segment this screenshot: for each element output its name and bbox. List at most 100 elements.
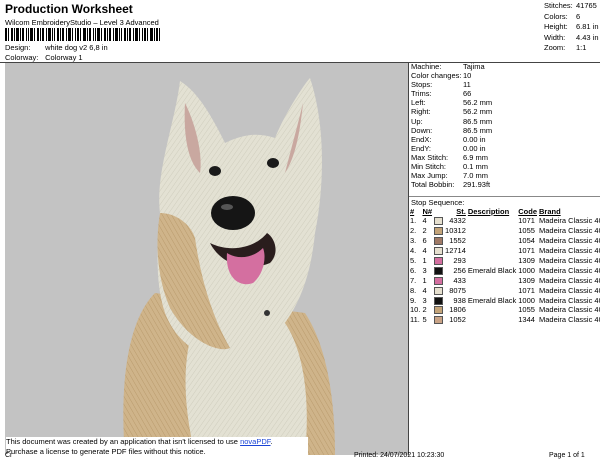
- needle-number: 3: [422, 265, 427, 275]
- thread-color-swatch: [434, 217, 444, 226]
- col-header: Code: [518, 207, 537, 216]
- design-row: Design: white dog v2 6,8 in: [5, 43, 108, 52]
- thread-color-swatch: [434, 316, 444, 325]
- stop-index: 3.: [410, 236, 417, 246]
- color-swatch: [434, 315, 445, 325]
- thread-color-swatch: [434, 266, 444, 275]
- table-row: 10. 2 1806 1055 Madeira Classic 40: [410, 305, 600, 315]
- info-row: Machine: Tajima: [411, 62, 485, 71]
- color-description: Emerald Black: [467, 295, 517, 305]
- col-header: St.: [456, 207, 466, 216]
- thread-code: 1055: [518, 226, 535, 236]
- thread-color-swatch: [434, 296, 444, 305]
- thread-color-swatch: [434, 257, 444, 266]
- stat-row: Colors: 6: [544, 11, 581, 21]
- page-number: Page 1 of 1: [549, 452, 585, 459]
- thread-code: 1309: [518, 256, 535, 265]
- info-row: Trims: 66: [411, 89, 472, 99]
- stop-index: 9.: [410, 295, 417, 305]
- page-title: Production Worksheet: [5, 2, 133, 16]
- table-row: 11. 5 1052 1344 Madeira Classic 40: [410, 315, 600, 325]
- info-row: EndX: 0.00 in: [411, 134, 486, 144]
- thread-color-swatch: [434, 237, 444, 246]
- color-swatch: [434, 305, 445, 315]
- stitch-count: 938: [453, 295, 466, 305]
- stitch-count: 1806: [449, 305, 466, 315]
- info-row: Up: 86.5 mm: [411, 116, 493, 126]
- info-row: Left: 56.2 mm: [411, 98, 493, 108]
- stitch-count: 433: [453, 275, 466, 285]
- thread-brand: Madeira Classic 40: [539, 285, 600, 295]
- needle-number: 4: [422, 246, 427, 256]
- stitch-count: 256: [453, 265, 466, 275]
- thread-color-swatch: [434, 276, 444, 285]
- stat-row: Width: 4.43 in: [544, 32, 599, 42]
- color-description: [468, 285, 518, 295]
- stat-row: Zoom: 1:1: [544, 43, 587, 53]
- table-row: 6. 3 256 Emerald Black 1000 Madeira Classic 4…: [410, 265, 600, 275]
- table-row: 8. 4 8075 1071 Madeira Classic 40: [410, 285, 600, 295]
- table-row: 5. 1 293 1309 Madeira Classic 40: [410, 256, 600, 266]
- color-description: [468, 275, 518, 285]
- color-swatch: [434, 226, 445, 236]
- thread-code: 1071: [518, 246, 535, 256]
- stitch-count: 12714: [445, 246, 466, 256]
- col-header: #: [410, 207, 415, 216]
- thread-color-swatch: [434, 286, 444, 295]
- info-row: Max Stitch: 6.9 mm: [411, 152, 489, 162]
- info-row: Right: 56.2 mm: [411, 107, 493, 117]
- stitch-count: 10312: [445, 226, 466, 236]
- stop-index: 5.: [410, 256, 417, 265]
- info-row: Down: 86.5 mm: [411, 125, 493, 135]
- table-row: 9. 3 938 Emerald Black 1000 Madeira Classic 4…: [410, 295, 600, 305]
- col-header: N#: [422, 207, 433, 216]
- stop-sequence-title: Stop Sequence:: [411, 198, 465, 207]
- thread-brand: Madeira Classic 40: [539, 265, 600, 275]
- needle-number: 1: [422, 275, 427, 285]
- thread-brand: Madeira Classic 40: [539, 216, 600, 226]
- novapdf-link[interactable]: novaPDF: [240, 437, 270, 446]
- thread-brand: Madeira Classic 40: [539, 236, 600, 246]
- thread-code: 1309: [518, 275, 535, 285]
- thread-code: 1055: [518, 305, 535, 315]
- color-swatch: [434, 246, 445, 256]
- thread-brand: Madeira Classic 40: [539, 295, 600, 305]
- panel-divider: [408, 63, 409, 455]
- color-swatch: [434, 236, 445, 246]
- info-row: Max Jump: 7.0 mm: [411, 171, 489, 181]
- thread-code: 1000: [518, 295, 535, 305]
- design-preview: [5, 63, 408, 455]
- thread-code: 1054: [518, 236, 535, 246]
- needle-number: 2: [422, 305, 427, 315]
- info-row: Stops: 11: [411, 80, 471, 90]
- color-swatch: [434, 275, 445, 285]
- stat-row: Height: 6.81 in: [544, 22, 599, 32]
- stop-index: 2.: [410, 226, 417, 236]
- thread-brand: Madeira Classic 40: [539, 226, 600, 236]
- thread-code: 1344: [518, 315, 535, 325]
- needle-number: 4: [422, 216, 427, 226]
- thread-color-swatch: [434, 227, 444, 236]
- color-description: Emerald Black: [467, 265, 517, 275]
- info-row: EndY: 0.00 in: [411, 143, 486, 153]
- color-description: [468, 246, 518, 256]
- color-swatch: [434, 256, 445, 266]
- stop-index: 11.: [410, 315, 420, 325]
- embroidered-dog-image: [123, 78, 335, 455]
- col-header: Brand: [539, 207, 561, 216]
- thread-brand: Madeira Classic 40: [539, 275, 600, 285]
- table-row: 2. 2 10312 1055 Madeira Classic 40: [410, 226, 600, 236]
- software-name: Wilcom EmbroideryStudio – Level 3 Advanc…: [5, 18, 159, 27]
- needle-number: 5: [422, 315, 427, 325]
- barcode: [5, 28, 160, 41]
- color-swatch: [434, 285, 445, 295]
- color-swatch: [434, 265, 445, 275]
- stitch-count: 1052: [449, 315, 466, 325]
- footer-left: Cr: [5, 452, 13, 459]
- stop-index: 7.: [410, 275, 417, 285]
- info-row: Min Stitch: 0.1 mm: [411, 162, 489, 172]
- thread-brand: Madeira Classic 40: [539, 256, 600, 265]
- design-label: Design:: [5, 43, 31, 52]
- table-header-row: # N# St. Description Code Brand: [410, 207, 600, 216]
- stop-index: 1.: [410, 216, 417, 226]
